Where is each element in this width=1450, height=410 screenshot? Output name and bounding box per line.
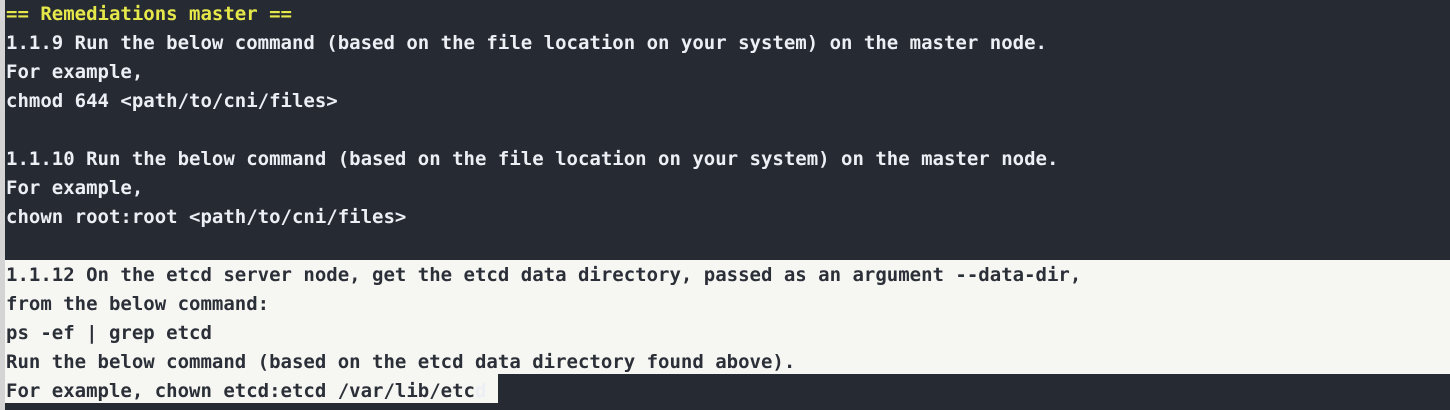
selected-terminal-line-last: For example, chown etcd:etcd /var/lib/et…: [6, 377, 486, 406]
selected-terminal-line: ps -ef | grep etcd: [6, 322, 212, 344]
selected-terminal-line: 1.1.12 On the etcd server node, get the …: [6, 264, 1082, 286]
terminal-line: 1.1.9 Run the below command (based on th…: [6, 32, 1047, 54]
terminal-window[interactable]: == Remediations master == 1.1.9 Run the …: [5, 0, 1450, 410]
terminal-line: chmod 644 <path/to/cni/files>: [6, 90, 338, 112]
selected-terminal-line: Run the below command (based on the etcd…: [6, 351, 796, 373]
section-heading: == Remediations master ==: [6, 3, 292, 25]
terminal-line: 1.1.10 Run the below command (based on t…: [6, 148, 1059, 170]
selected-terminal-line: from the below command:: [6, 293, 270, 315]
selected-text: For example, chown etcd:etcd /var/lib/et…: [6, 380, 475, 402]
text-cursor-tail: d: [475, 380, 487, 402]
terminal-line: chown root:root <path/to/cni/files>: [6, 206, 407, 228]
terminal-line: For example,: [6, 61, 144, 83]
terminal-line: For example,: [6, 177, 144, 199]
